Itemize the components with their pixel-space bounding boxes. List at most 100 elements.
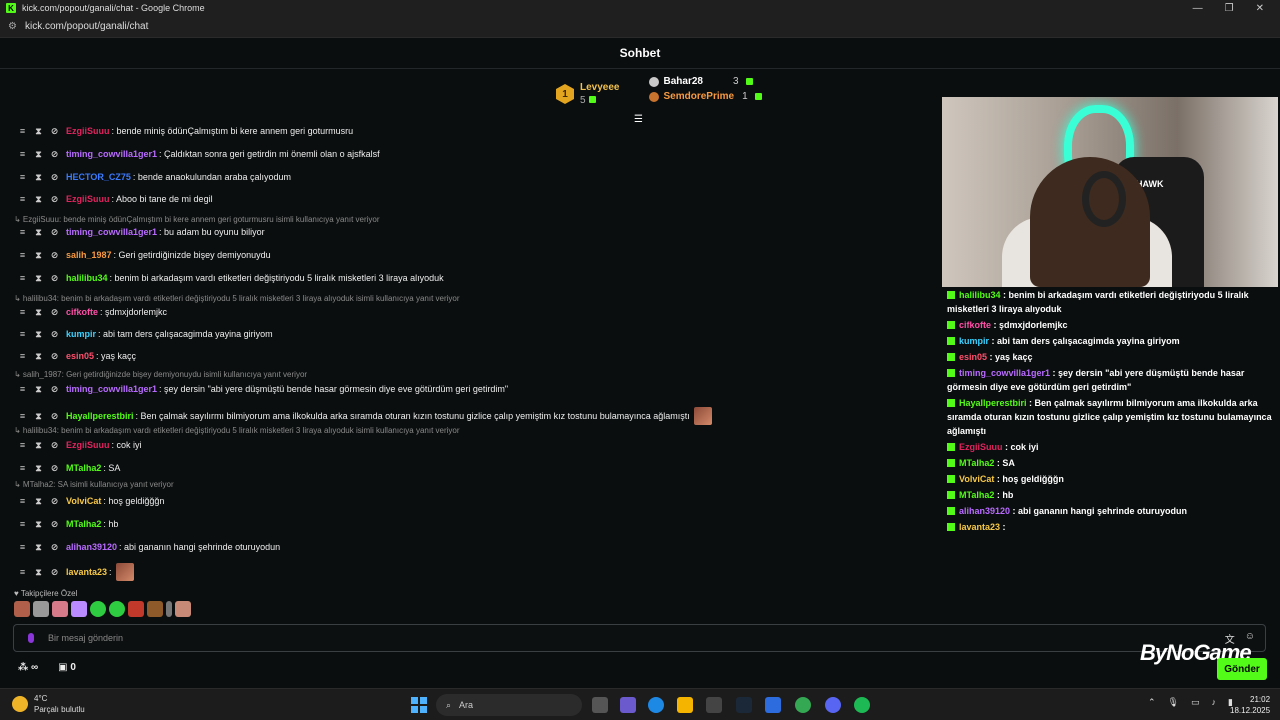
delete-icon[interactable]: ≡ [18,250,27,260]
timeout-icon[interactable]: ⧗ [34,149,43,159]
delete-icon[interactable]: ≡ [18,567,27,577]
leaderboard-second[interactable]: Bahar28 3 [649,76,761,87]
spotify-icon[interactable] [854,697,870,713]
chat-message[interactable]: ≡ ⧗ ⊘ HECTOR_CZ75: bende anaokulundan araba… [18,172,291,182]
emote-icon[interactable] [128,601,144,617]
chat-message[interactable]: ≡ ⧗ ⊘ cifkofte: şdmxjdorlemjkc [18,307,167,317]
microphone-tray-icon[interactable]: 🎙 [1168,697,1179,708]
timeout-icon[interactable]: ⧗ [34,250,43,260]
timeout-icon[interactable]: ⧗ [34,172,43,182]
address-bar[interactable]: ⚙ kick.com/popout/ganali/chat [0,16,1280,38]
chat-username[interactable]: EzgiiSuuu [66,194,110,204]
delete-icon[interactable]: ≡ [18,519,27,529]
chat-message[interactable]: ≡ ⧗ ⊘ timing_cowvilla1ger1: şey dersin "abi… [18,384,508,394]
ban-icon[interactable]: ⊘ [50,126,59,136]
close-icon[interactable]: ✕ [1256,3,1264,14]
delete-icon[interactable]: ≡ [18,440,27,450]
chat-username[interactable]: timing_cowvilla1ger1 [66,227,157,237]
delete-icon[interactable]: ≡ [18,351,27,361]
chat-message[interactable]: ≡ ⧗ ⊘ VolviCat: hoş geldiğğğn [18,496,165,506]
ban-icon[interactable]: ⊘ [50,542,59,552]
ban-icon[interactable]: ⊘ [50,250,59,260]
emote-icon[interactable] [52,601,68,617]
copilot-icon[interactable] [620,697,636,713]
timeout-icon[interactable]: ⧗ [34,440,43,450]
emote-icon[interactable] [33,601,49,617]
steam-icon[interactable] [736,697,752,713]
delete-icon[interactable]: ≡ [18,126,27,136]
users-infinity-icon[interactable]: ⁂ ∞ [18,662,38,673]
ban-icon[interactable]: ⊘ [50,411,59,421]
leaderboard-third[interactable]: SemdorePrime 1 [649,91,762,102]
reply-reference[interactable]: ↳ salih_1987: Geri getirdiğinizde bişey … [14,370,307,379]
chat-username[interactable]: alihan39120 [66,542,117,552]
delete-icon[interactable]: ≡ [18,172,27,182]
chat-message[interactable]: ≡ ⧗ ⊘ EzgiiSuuu: bende miniş ödünÇalmıştım … [18,126,353,136]
ban-icon[interactable]: ⊘ [50,496,59,506]
delete-icon[interactable]: ≡ [18,411,27,421]
task-view-icon[interactable] [592,697,608,713]
chat-username[interactable]: MTalha2 [66,519,101,529]
chat-message[interactable]: ≡ ⧗ ⊘ kumpir: abi tam ders çalışacagimda ya… [18,329,273,339]
delete-icon[interactable]: ≡ [18,227,27,237]
site-info-icon[interactable]: ⚙ [8,21,17,32]
delete-icon[interactable]: ≡ [18,194,27,204]
clock[interactable]: 21:02 18.12.2025 [1230,694,1270,716]
chat-message[interactable]: ≡ ⧗ ⊘ MTalha2: hb [18,519,119,529]
emote-icon[interactable] [14,601,30,617]
file-explorer-icon[interactable] [677,697,693,713]
network-icon[interactable]: ▭ [1191,697,1200,708]
chat-message[interactable]: ≡ ⧗ ⊘ Hayallperestbiri: Ben çalmak sayılırm… [18,407,712,425]
chevron-up-icon[interactable]: ⌃ [1148,697,1156,708]
minimize-icon[interactable]: — [1193,3,1203,14]
message-input[interactable]: Bir mesaj gönderin 文 ☺ [13,624,1266,652]
discord-icon[interactable] [825,697,841,713]
taskbar-search[interactable]: ⌕ Ara [436,694,582,716]
restore-icon[interactable]: ❐ [1225,3,1234,14]
reply-reference[interactable]: ↳ halilibu34: benim bi arkadaşım vardı e… [14,426,460,435]
reply-reference[interactable]: ↳ halilibu34: benim bi arkadaşım vardı e… [14,294,460,303]
chat-username[interactable]: timing_cowvilla1ger1 [66,384,157,394]
emote-icon[interactable] [90,601,106,617]
ban-icon[interactable]: ⊘ [50,567,59,577]
heart-emote-icon[interactable] [71,601,87,617]
chat-username[interactable]: esin05 [66,351,94,361]
ban-icon[interactable]: ⊘ [50,307,59,317]
chat-message[interactable]: ≡ ⧗ ⊘ halilibu34: benim bi arkadaşım vardı … [18,273,444,283]
chat-message[interactable]: ≡ ⧗ ⊘ EzgiiSuuu: cok iyi [18,440,142,450]
timeout-icon[interactable]: ⧗ [34,542,43,552]
ban-icon[interactable]: ⊘ [50,227,59,237]
chat-message[interactable]: ≡ ⧗ ⊘ alihan39120: abi gananın hangi şehrin… [18,542,280,552]
ban-icon[interactable]: ⊘ [50,329,59,339]
timeout-icon[interactable]: ⧗ [34,126,43,136]
volume-icon[interactable]: ♪ [1212,697,1217,708]
delete-icon[interactable]: ≡ [18,496,27,506]
chat-message[interactable]: ≡ ⧗ ⊘ EzgiiSuuu: Aboo bi tane de mi degil [18,194,213,204]
timeout-icon[interactable]: ⧗ [34,273,43,283]
chat-username[interactable]: EzgiiSuuu [66,440,110,450]
delete-icon[interactable]: ≡ [18,384,27,394]
chat-message[interactable]: ≡ ⧗ ⊘ lavanta23: [18,563,134,581]
ban-icon[interactable]: ⊘ [50,172,59,182]
timeout-icon[interactable]: ⧗ [34,384,43,394]
ban-icon[interactable]: ⊘ [50,149,59,159]
chat-username[interactable]: VolviCat [66,496,101,506]
chat-message-list[interactable]: ≡ ⧗ ⊘ EzgiiSuuu: bende miniş ödünÇalmıştım … [0,118,940,588]
reply-reference[interactable]: ↳ MTalha2: SA isimli kullanıcıya yanıt v… [14,480,174,489]
ban-icon[interactable]: ⊘ [50,440,59,450]
chat-username[interactable]: HECTOR_CZ75 [66,172,131,182]
emote-icon[interactable] [147,601,163,617]
timeout-icon[interactable]: ⧗ [34,307,43,317]
leaderboard-first[interactable]: 1 Levyeee 5 [556,76,619,112]
delete-icon[interactable]: ≡ [18,273,27,283]
timeout-icon[interactable]: ⧗ [34,519,43,529]
ban-icon[interactable]: ⊘ [50,351,59,361]
microphone-icon[interactable] [28,633,34,643]
edge-icon[interactable] [648,697,664,713]
gift-counter[interactable]: ▣ 0 [58,662,76,673]
chat-message[interactable]: ≡ ⧗ ⊘ esin05: yaş kaçç [18,351,136,361]
chat-username[interactable]: lavanta23 [66,567,107,577]
ban-icon[interactable]: ⊘ [50,194,59,204]
chat-message[interactable]: ≡ ⧗ ⊘ MTalha2: SA [18,463,121,473]
delete-icon[interactable]: ≡ [18,542,27,552]
